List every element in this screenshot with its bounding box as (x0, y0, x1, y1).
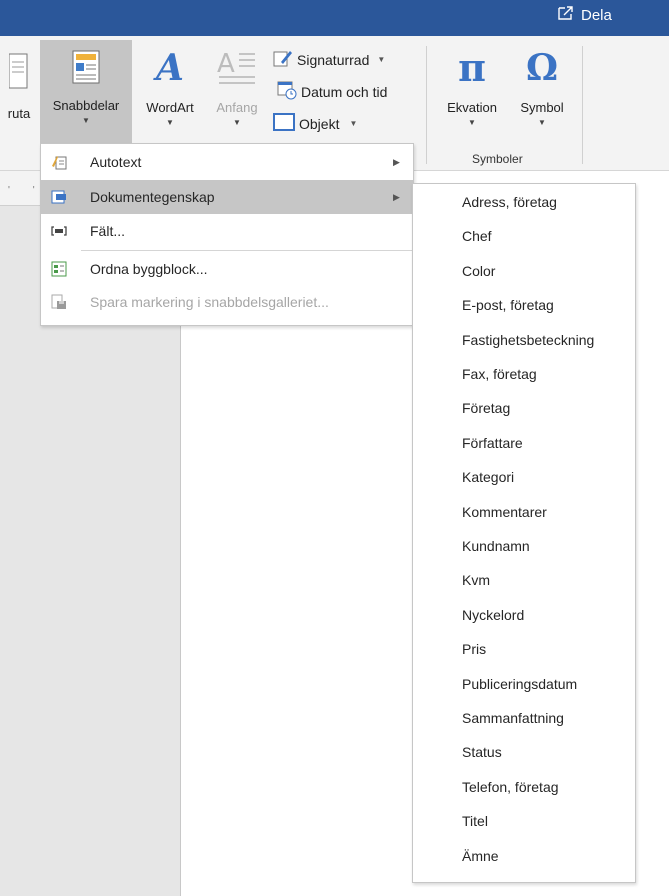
wordart-button[interactable]: A WordArt ▼ (134, 46, 206, 150)
submenu-item[interactable]: Telefon, företag (462, 779, 559, 795)
submenu-item[interactable]: Kundnamn (462, 538, 530, 554)
title-bar: Dela (0, 0, 669, 36)
dropcap-label: Anfang (216, 100, 258, 115)
submenu-item[interactable]: E-post, företag (462, 297, 554, 313)
object-icon (273, 112, 295, 135)
group-separator (582, 46, 583, 164)
quickparts-label: Snabbdelar (52, 98, 120, 113)
chevron-down-icon: ▼ (377, 55, 386, 64)
object-label: Objekt (299, 115, 340, 132)
building-blocks-icon (51, 261, 67, 277)
submenu-item[interactable]: Chef (462, 228, 492, 244)
document-property-icon (51, 189, 67, 205)
quickparts-menu: Autotext ▶ Dokumentegenskap ▶ Fält... Or… (40, 143, 414, 326)
pi-icon: π (458, 45, 486, 90)
chevron-down-icon: ▼ (82, 116, 90, 125)
signature-pen-icon (273, 48, 293, 71)
datetime-button[interactable]: Datum och tid (277, 80, 387, 103)
group-separator (426, 46, 427, 164)
menu-separator (81, 250, 413, 251)
menu-item-label: Autotext (90, 154, 142, 170)
dropcap-icon: A (217, 48, 257, 88)
equation-button[interactable]: π Ekvation ▼ (434, 46, 510, 150)
quickparts-icon (72, 50, 100, 84)
menu-item-document-property[interactable]: Dokumentegenskap ▶ (41, 180, 413, 214)
textbox-label: ruta (7, 106, 31, 121)
submenu-item[interactable]: Företag (462, 400, 510, 416)
chevron-right-icon: ▶ (393, 191, 400, 202)
share-label: Dela (581, 6, 612, 24)
object-button[interactable]: Objekt ▼ (273, 112, 357, 135)
submenu-item[interactable]: Författare (462, 435, 523, 451)
textbox-icon (8, 50, 29, 90)
submenu-item[interactable]: Status (462, 744, 502, 760)
submenu-item[interactable]: Kategori (462, 469, 514, 485)
submenu-item[interactable]: Nyckelord (462, 607, 524, 623)
submenu-item[interactable]: Publiceringsdatum (462, 676, 577, 692)
wordart-label: WordArt (146, 100, 194, 115)
menu-item-building-blocks[interactable]: Ordna byggblock... (41, 252, 413, 286)
submenu-item[interactable]: Kommentarer (462, 504, 547, 520)
share-button[interactable]: Dela (557, 5, 612, 25)
save-to-gallery-icon (51, 294, 67, 310)
submenu-item[interactable]: Pris (462, 641, 486, 657)
submenu-item[interactable]: Titel (462, 813, 488, 829)
chevron-right-icon: ▶ (393, 156, 400, 167)
chevron-down-icon: ▼ (468, 118, 476, 127)
chevron-down-icon: ▼ (538, 118, 546, 127)
menu-item-label: Dokumentegenskap (90, 189, 215, 205)
menu-item-autotext[interactable]: Autotext ▶ (41, 145, 413, 179)
document-property-submenu: Adress, företag Chef Color E-post, företag F… (412, 183, 636, 883)
quickparts-button[interactable]: Snabbdelar ▼ (40, 40, 132, 144)
symbol-button[interactable]: Ω Symbol ▼ (510, 46, 574, 150)
group-label-symbols: Symboler (472, 152, 523, 166)
menu-item-field[interactable]: Fält... (41, 214, 413, 248)
textbox-button[interactable]: ruta (0, 46, 38, 158)
signature-line-button[interactable]: Signaturrad ▼ (273, 48, 385, 71)
submenu-item[interactable]: Adress, företag (462, 194, 557, 210)
symbol-label: Symbol (520, 100, 564, 115)
wordart-icon: A (156, 47, 184, 89)
menu-item-label: Ordna byggblock... (90, 261, 208, 277)
menu-item-label: Spara markering i snabbdelsgalleriet... (90, 294, 329, 310)
submenu-item[interactable]: Ämne (462, 848, 499, 864)
chevron-down-icon: ▼ (166, 118, 174, 127)
omega-icon: Ω (525, 47, 559, 89)
submenu-item[interactable]: Fastighetsbeteckning (462, 332, 594, 348)
share-icon (557, 5, 575, 25)
svg-text:A: A (217, 49, 235, 79)
menu-item-label: Fält... (90, 223, 126, 239)
signature-label: Signaturrad (297, 51, 370, 68)
submenu-item[interactable]: Fax, företag (462, 366, 537, 382)
field-icon (51, 223, 67, 239)
chevron-down-icon: ▼ (349, 119, 358, 128)
calendar-clock-icon (277, 80, 297, 103)
equation-label: Ekvation (447, 100, 497, 115)
submenu-item[interactable]: Kvm (462, 572, 490, 588)
dropcap-button: A Anfang ▼ (206, 46, 268, 150)
autotext-icon (51, 154, 67, 170)
datetime-label: Datum och tid (301, 83, 388, 100)
menu-item-save-to-gallery: Spara markering i snabbdelsgalleriet... (41, 285, 413, 319)
chevron-down-icon: ▼ (233, 118, 241, 127)
submenu-item[interactable]: Color (462, 263, 495, 279)
submenu-item[interactable]: Sammanfattning (462, 710, 564, 726)
